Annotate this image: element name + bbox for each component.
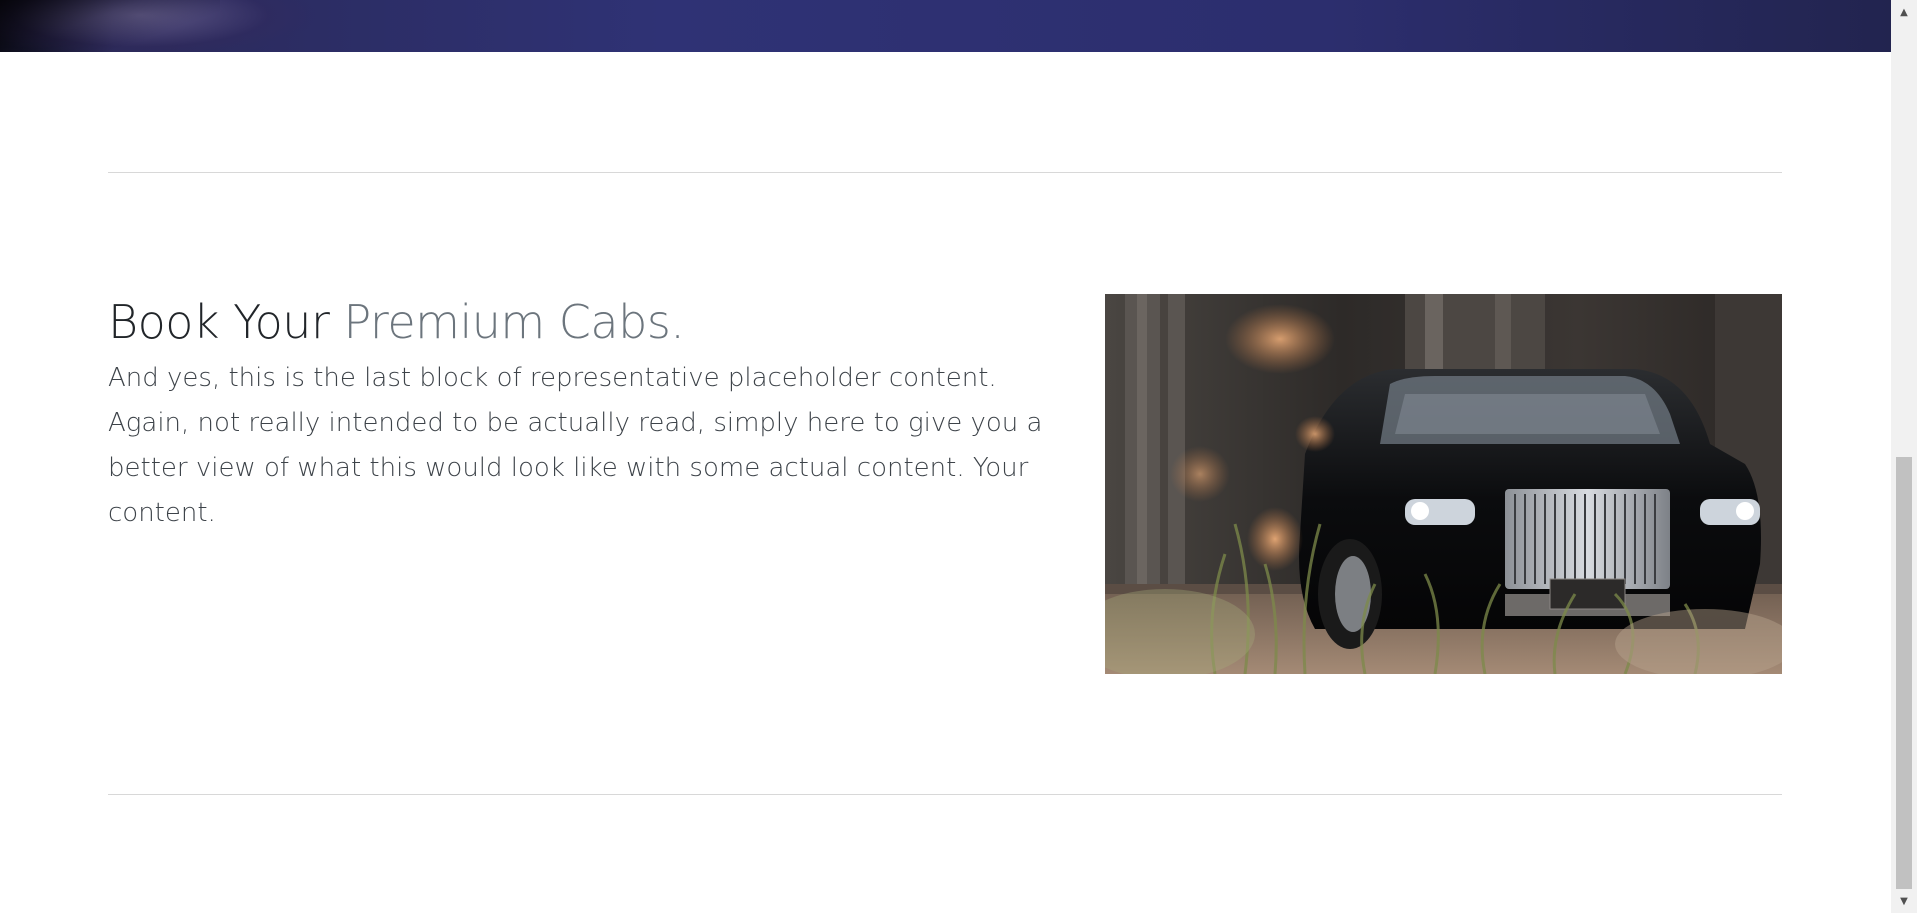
featurette-image-luxury-car bbox=[1105, 294, 1782, 674]
car-photo bbox=[1105, 294, 1782, 674]
scrollbar-thumb[interactable] bbox=[1896, 457, 1912, 889]
scroll-down-arrow-icon[interactable]: ▼ bbox=[1891, 891, 1917, 911]
vertical-scrollbar[interactable]: ▲ ▼ bbox=[1891, 0, 1917, 913]
featurette-heading-muted: Premium Cabs. bbox=[343, 295, 685, 349]
featurette-lead: And yes, this is the last block of repre… bbox=[108, 363, 1043, 528]
scroll-up-arrow-icon[interactable]: ▲ bbox=[1891, 2, 1917, 22]
featurette-text: Book Your Premium Cabs. And yes, this is… bbox=[108, 294, 1068, 536]
featurette-divider-top bbox=[108, 172, 1782, 173]
featurette-section: Book Your Premium Cabs. And yes, this is… bbox=[108, 294, 1782, 674]
featurette-divider-bottom bbox=[108, 794, 1782, 795]
page: Book Your Premium Cabs. And yes, this is… bbox=[0, 0, 1891, 913]
hero-banner-bottom bbox=[0, 0, 1891, 52]
featurette-heading: Book Your Premium Cabs. bbox=[108, 294, 1068, 350]
featurette-heading-main: Book Your bbox=[108, 295, 330, 349]
browser-viewport: Book Your Premium Cabs. And yes, this is… bbox=[0, 0, 1917, 913]
